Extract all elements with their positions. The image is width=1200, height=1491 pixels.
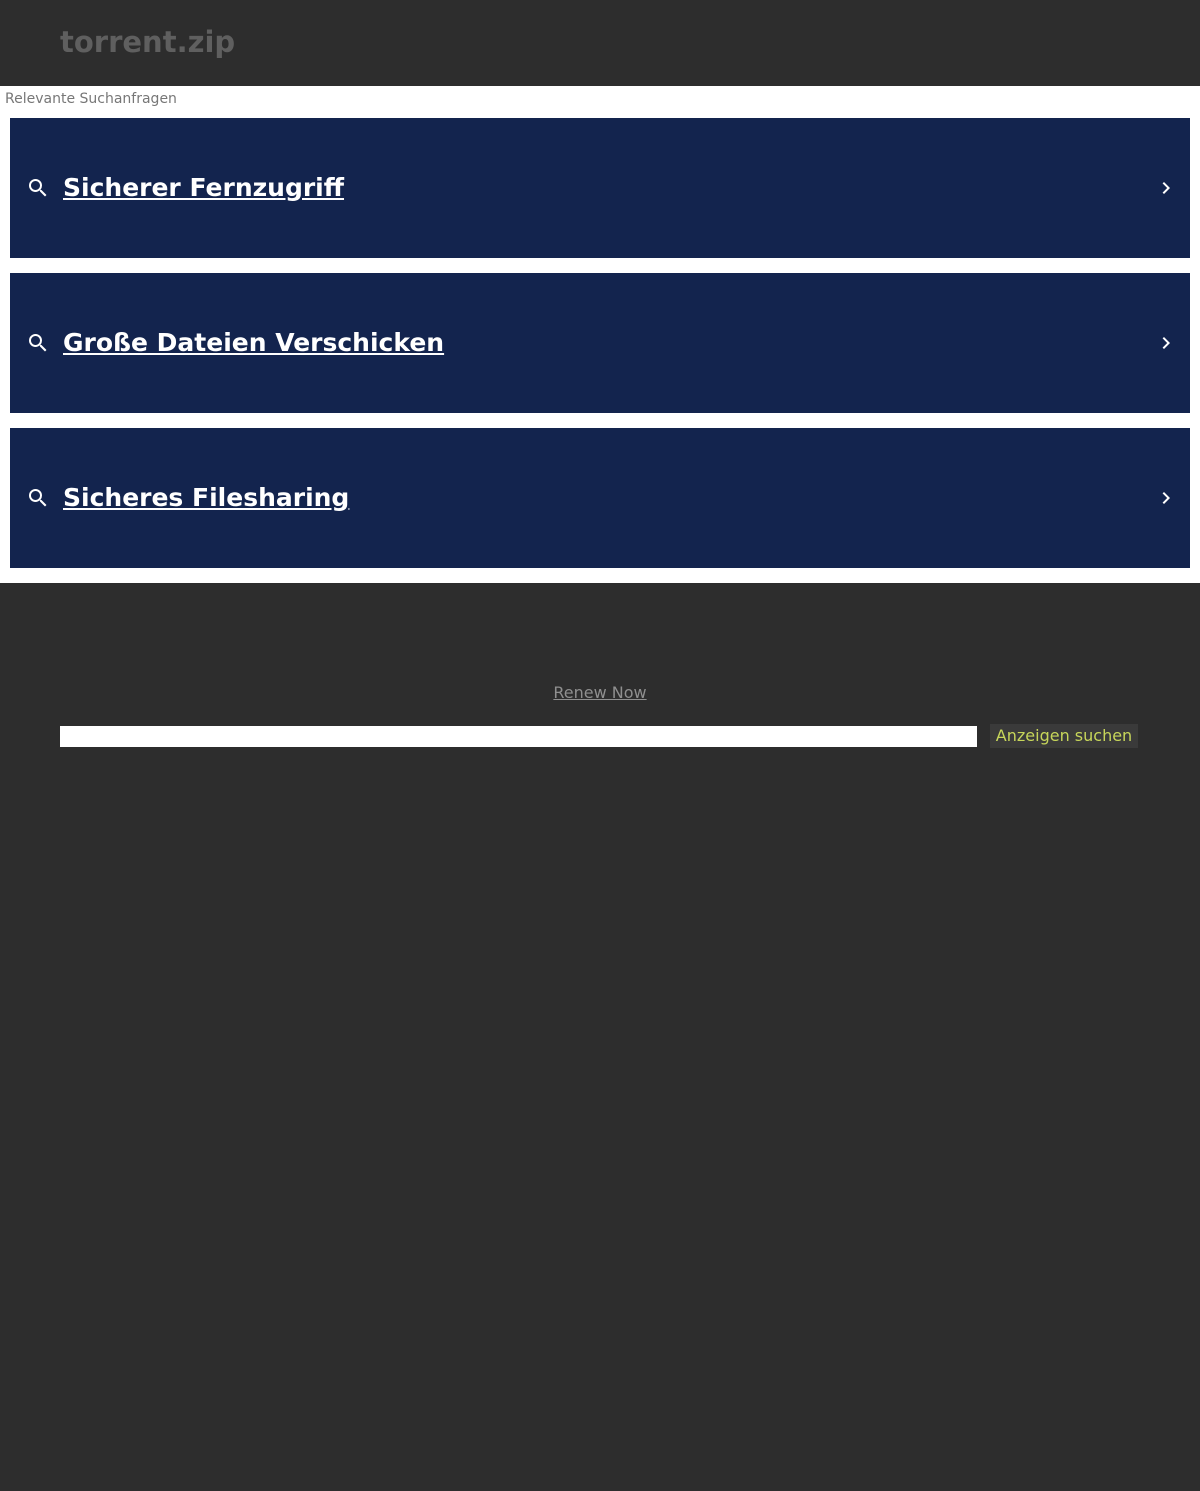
related-searches-heading: Relevante Suchanfragen [5,91,177,107]
search-ads-button[interactable]: Anzeigen suchen [990,724,1138,748]
search-icon [29,489,47,507]
related-search-label[interactable]: Sicherer Fernzugriff [63,171,344,205]
chevron-right-icon [1162,337,1170,349]
related-search-item[interactable]: Sicherer Fernzugriff [10,118,1190,258]
search-icon [29,334,47,352]
related-search-item[interactable]: Große Dateien Verschicken [10,273,1190,413]
chevron-right-icon [1162,492,1170,504]
search-icon [29,179,47,197]
related-search-label[interactable]: Sicheres Filesharing [63,481,349,515]
renew-now-link[interactable]: Renew Now [553,683,646,702]
related-search-item[interactable]: Sicheres Filesharing [10,428,1190,568]
chevron-right-icon [1162,182,1170,194]
related-searches-panel: Relevante Suchanfragen Sicherer Fernzugr… [0,86,1200,583]
site-title[interactable]: torrent.zip [60,22,235,62]
renew-container: Renew Now [0,682,1200,704]
search-input[interactable] [60,726,977,747]
header: torrent.zip [0,0,1200,86]
related-search-label[interactable]: Große Dateien Verschicken [63,326,444,360]
